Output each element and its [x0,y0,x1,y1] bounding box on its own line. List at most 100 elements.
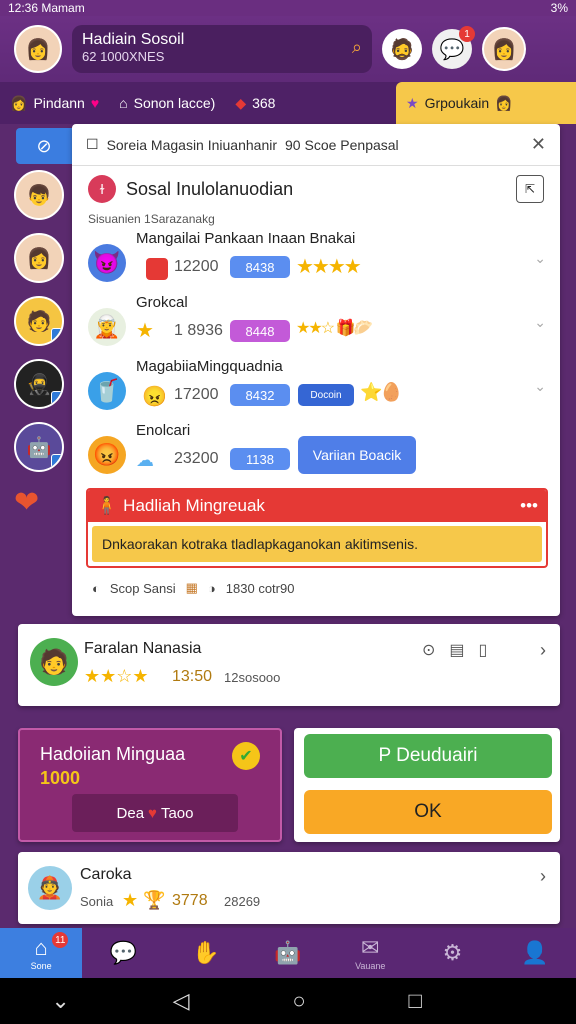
card-sub: 12sosooo [224,670,281,685]
profile-name: Hadiain Sosoil [82,31,185,48]
more-icon[interactable]: ••• [520,496,538,516]
item-pill[interactable]: Docoin [298,384,354,406]
person-icon: 🧍 [96,496,118,515]
chevron-right-icon[interactable]: › [540,866,546,887]
tab-label: Pindann [33,95,85,111]
star-icon: ★ [406,94,419,111]
footer-text: Scop Sansi [109,580,176,596]
nav-home[interactable]: ⌂ Sone 11 [0,928,83,978]
promo-title: Hadoiian Minguaa [40,744,186,764]
compass-icon[interactable]: ⊘ [16,128,72,164]
reward-icons: ⭐🥚 [360,382,403,402]
badge-icon [51,391,62,405]
card-sub: Sonia [80,894,114,909]
item-title: Grokcal [136,294,188,311]
emoji-icon: 😡 [88,436,126,474]
item-score: 17200 [174,386,219,403]
more-icon[interactable]: ⌄ [534,314,546,331]
close-icon[interactable]: ✕ [531,134,546,155]
tab-row: 👩 Pindann ♥ ⌂ Sonon lacce) ◆ 368 ★ Grpoukain 👩 [0,82,576,124]
friend-avatar-button[interactable]: 🧔 [382,29,422,69]
nav-settings[interactable]: ⚙ [411,928,493,978]
check-icon: ✔ [232,742,260,770]
list-item[interactable]: 😡 Enolcari ☁ 23200 1138 Variian Boacik [72,420,560,484]
friend-avatar[interactable]: 🤖 [14,422,64,472]
nav-mail[interactable]: ✉ Vauane [329,928,411,978]
nav-chat[interactable]: 💬 [82,928,164,978]
card-score: 13:50 [172,668,213,685]
alert-title: Hadliah Mingreuak [123,496,265,515]
list-item[interactable]: 🥤 MagabiiaMingquadnia 😠 17200 8432 Docoi… [72,356,560,420]
nav-feed[interactable]: ✋ [165,928,247,978]
back-icon[interactable]: ◁ [173,988,190,1014]
tab-home[interactable]: ⌂ Sonon lacce) [109,82,225,124]
chat-icon[interactable]: 💬 1 [432,26,475,69]
promo-button-label: Dea [116,804,145,822]
tab-pindann[interactable]: 👩 Pindann ♥ [0,82,109,124]
friend-avatar[interactable]: 🧑 [14,296,64,346]
profile-namebox[interactable]: Hadiain Sosoil 62 1000XNES ⌕ [72,25,372,73]
export-icon[interactable]: ⇱ [516,175,544,203]
box-icon: ▦ [185,580,198,595]
list-item[interactable]: 😈 Mangailai Pankaan Inaan Bnakai 12200 8… [72,228,560,292]
status-battery: 3% [550,1,568,15]
system-nav: ⌄ ◁ ○ □ [0,978,576,1024]
friend-card[interactable]: 🧑 Faralan Nanasia ★★☆★ 13:50 12sosooo ⊙▤… [18,624,560,706]
rating-stars: ★★☆ 🎁🥟 [296,320,373,337]
alert-box: 🧍 Hadliah Mingreuak ••• Dnkaorakan kotraka… [86,488,548,568]
avatar-icon: 👩 [10,94,28,111]
chevron-down-icon[interactable]: ⌄ [51,988,69,1014]
checkbox-icon[interactable]: ☐ [86,136,99,153]
more-icon[interactable]: ⌄ [534,250,546,267]
section-subtitle: Sisuanien 1Sarazanakg [88,212,215,226]
promo-amount: 1000 [40,768,81,788]
recents-icon[interactable]: □ [408,988,421,1014]
panel-header: ☐ Soreia Magasin Iniuanhanir 90 Scoe Pen… [72,124,560,166]
more-icon[interactable]: ⌄ [534,378,546,395]
list-item[interactable]: 🧝 Grokcal ★ 1 8936 8448 ★★☆ 🎁🥟 ⌄ [72,292,560,356]
social-panel: ☐ Soreia Magasin Iniuanhanir 90 Scoe Pen… [72,124,560,616]
heart-icon[interactable]: ❤ [14,485,68,520]
tab-score[interactable]: ◆ 368 [225,82,285,124]
profile-avatar[interactable]: 👩 [14,25,62,73]
star-icon: ★ [136,320,154,342]
card-score: 3778 [172,892,208,909]
gear-icon: ⚙ [442,940,463,965]
cup-icon: 🥤 [88,372,126,410]
heart-icon: ♥ [90,95,100,111]
rating-stars: ★★★★ [296,256,362,278]
nav-label: Sone [30,961,52,971]
item-score: 1 8936 [174,322,223,339]
robot-icon: 🤖 [274,940,302,965]
chevron-right-icon[interactable]: › [540,640,546,661]
friend-card[interactable]: 👲 Caroka Sonia ★ 🏆 3778 28269 › [18,852,560,924]
profile-sub: 62 1000XNES [82,49,165,64]
stack-icon: ◆ [235,94,247,111]
user-avatar[interactable]: 👩 [482,27,526,71]
thumbs-icon: ✋ [192,940,220,965]
section-header: ɫ Sosal Inulolanuodian ⇱ [72,166,560,212]
home-circle-icon[interactable]: ○ [292,988,305,1014]
nav-profile[interactable]: 👤 [494,928,576,978]
item-score: 12200 [174,258,219,275]
friend-avatar[interactable]: 👩 [14,233,64,283]
cloud-icon: ☁ [136,450,154,470]
reward-icons: ★ 🏆 [122,890,166,910]
tab-grpoukain[interactable]: ★ Grpoukain 👩 [396,82,576,124]
friend-avatar[interactable]: 👦 [14,170,64,220]
promo-button[interactable]: Dea ♥ Taoo [72,794,238,832]
friends-column: 👦 👩 🧑 🥷 🤖 ❤ [14,170,68,520]
search-icon[interactable]: ⌕ [352,37,362,58]
gift-icon [146,258,168,280]
item-title: MagabiiaMingquadnia [136,358,283,375]
card-actions[interactable]: ⊙▤▯ [422,640,501,660]
nav-robot[interactable]: 🤖 [247,928,329,978]
action-button[interactable]: Variian Boacik [298,436,416,474]
green-button[interactable]: P Deuduairi [304,734,552,778]
ok-button[interactable]: OK [304,790,552,834]
tab-label: Grpoukain [424,95,490,111]
avatar: 🧑 [30,638,78,686]
friend-avatar[interactable]: 🥷 [14,359,64,409]
card-title: Faralan Nanasia [84,640,202,657]
item-pill: 8448 [230,320,290,342]
